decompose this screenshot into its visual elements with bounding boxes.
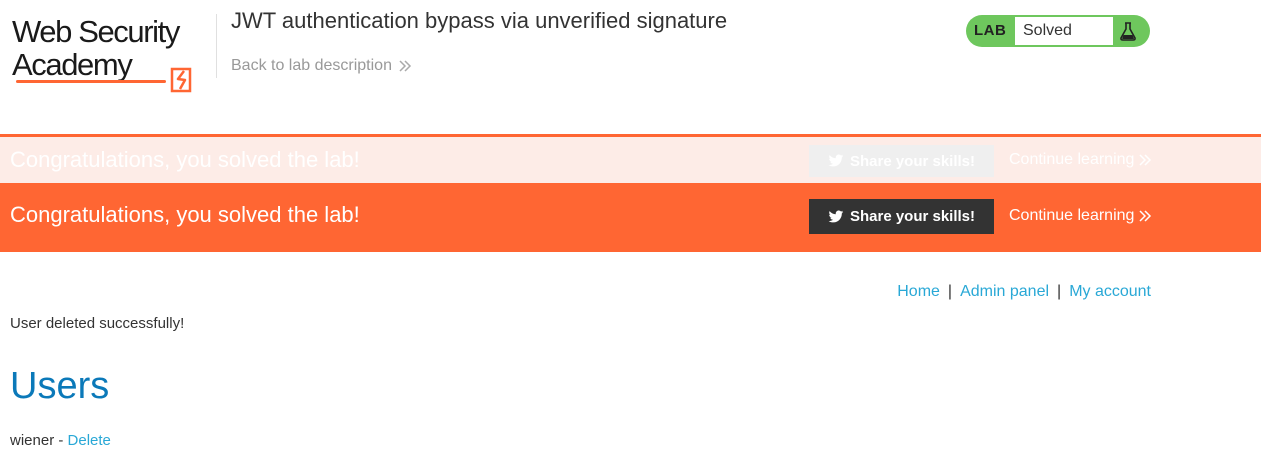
lab-title: JWT authentication bypass via unverified… [231,8,728,33]
user-separator: - [54,432,68,449]
nav-separator: | [947,283,953,300]
notification-ghost-message: Congratulations, you solved the lab! [10,147,360,172]
web-security-academy-logo[interactable]: Web Security Academy [12,14,212,93]
logo-bolt-icon [170,67,192,93]
double-chevron-right-icon [399,60,412,72]
nav-my-account-link[interactable]: My account [1069,283,1151,300]
logo-line-1: Web Security [12,14,180,49]
nav-home-link[interactable]: Home [897,283,940,300]
lab-solved-notification: Congratulations, you solved the lab! Sha… [0,183,1261,252]
lab-status-widget: LAB Solved [966,15,1150,47]
users-heading: Users [10,365,110,407]
user-list-item: wiener - Delete [10,431,111,451]
back-link-label: Back to lab description [231,57,392,74]
logo-underline [16,80,166,83]
share-your-skills-button[interactable]: Share your skills! [809,199,994,234]
logo-line-2: Academy [12,47,133,82]
notification-banner-ghost: Congratulations, you solved the lab! Sha… [0,134,1261,183]
flask-icon [1120,22,1136,41]
continue-learning-link[interactable]: Continue learning [1009,207,1152,225]
nav-separator: | [1057,283,1062,300]
nav-admin-panel-link[interactable]: Admin panel [960,283,1049,300]
back-to-lab-description-link[interactable]: Back to lab description [231,56,412,76]
user-name: wiener [10,432,55,449]
delete-user-link[interactable]: Delete [68,432,111,449]
header-divider [216,14,217,78]
double-chevron-right-icon [1139,210,1152,222]
continue-learning-ghost: Continue learning [1009,151,1152,169]
lab-status-text: Solved [1015,17,1113,45]
twitter-icon [828,210,844,222]
notification-message: Congratulations, you solved the lab! [10,202,360,227]
flash-message: User deleted successfully! [10,315,185,332]
share-ghost-label: Share your skills! [849,152,976,170]
double-chevron-right-icon [1139,154,1152,166]
continue-ghost-label: Continue learning [1009,151,1135,168]
share-skills-ghost-button: Share your skills! [809,145,994,177]
academy-header: Web Security Academy JWT authentication … [0,0,1261,134]
continue-learning-label: Continue learning [1009,207,1135,224]
lab-tag: LAB [974,22,1007,39]
twitter-icon [828,154,844,167]
share-button-label: Share your skills! [849,208,976,225]
top-navigation: Home | Admin panel | My account [897,282,1151,302]
